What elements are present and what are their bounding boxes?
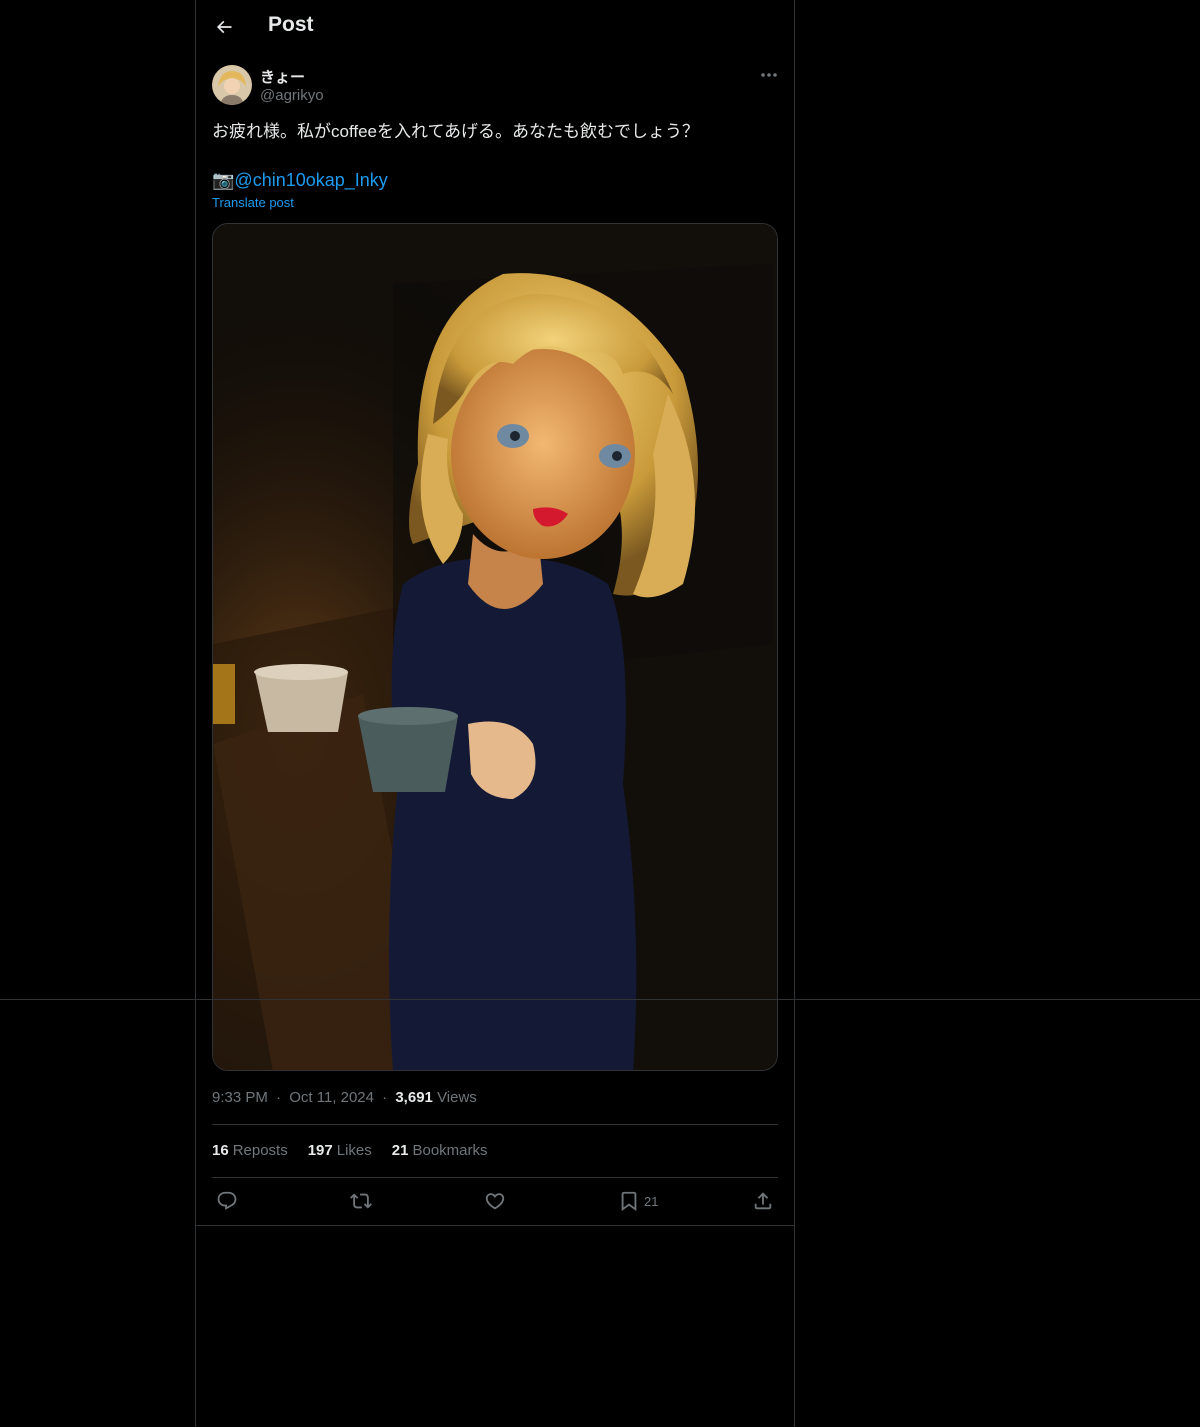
bookmarks-stat[interactable]: 21 Bookmarks: [392, 1142, 488, 1159]
post-date[interactable]: Oct 11, 2024: [289, 1089, 374, 1106]
reply-button[interactable]: [216, 1188, 238, 1214]
reply-icon: [217, 1191, 237, 1210]
reposts-label: Reposts: [232, 1142, 288, 1159]
post-column: Post きょー @agrikyo お疲れ様。私がcoffeeを入れてあげる。あ…: [195, 0, 795, 1427]
avatar-image: [212, 65, 252, 105]
reposts-stat[interactable]: 16 Reposts: [212, 1142, 288, 1159]
arrow-left-icon: [216, 20, 232, 34]
divider: [212, 1124, 778, 1125]
more-options-button[interactable]: [754, 64, 784, 86]
post-time[interactable]: 9:33 PM: [212, 1089, 268, 1106]
meta-separator: ·: [382, 1089, 388, 1106]
page-title: Post: [268, 13, 314, 36]
views-label: Views: [437, 1089, 477, 1106]
bookmark-count: 21: [644, 1193, 659, 1209]
heart-icon: [485, 1193, 505, 1210]
share-icon: [754, 1192, 772, 1210]
divider: [196, 1225, 794, 1226]
mention-link[interactable]: @chin10okap_Inky: [234, 170, 387, 190]
photographer-credit: 📷@chin10okap_Inky: [212, 168, 388, 192]
photo-illustration: [213, 224, 777, 1070]
translate-post-link[interactable]: Translate post: [212, 195, 294, 210]
author-handle[interactable]: @agrikyo: [260, 87, 324, 104]
likes-label: Likes: [336, 1142, 372, 1159]
bookmarks-count: 21: [391, 1142, 409, 1159]
viewport-guide-line: [0, 999, 1200, 1000]
like-button[interactable]: [484, 1188, 506, 1214]
repost-icon: [350, 1193, 372, 1209]
post-photo[interactable]: [212, 223, 778, 1071]
bookmark-button[interactable]: 21: [618, 1188, 658, 1214]
post-header: Post: [196, 0, 794, 54]
post-stats: 16 Reposts 197 Likes 21 Bookmarks: [212, 1142, 488, 1159]
likes-stat[interactable]: 197 Likes: [308, 1142, 372, 1159]
author-display-name[interactable]: きょー: [260, 66, 305, 87]
repost-button[interactable]: [350, 1188, 372, 1214]
likes-count: 197: [307, 1142, 333, 1159]
views-count: 3,691: [395, 1089, 433, 1106]
post-text: お疲れ様。私がcoffeeを入れてあげる。あなたも飲むでしょう？: [212, 122, 699, 141]
action-bar: 21: [196, 1178, 794, 1225]
avatar[interactable]: [212, 65, 252, 105]
bookmarks-label: Bookmarks: [412, 1142, 488, 1159]
share-button[interactable]: [752, 1188, 774, 1214]
camera-icon: 📷: [212, 170, 235, 190]
back-button[interactable]: [208, 11, 240, 43]
post-meta: 9:33 PM · Oct 11, 2024 · 3,691 Views: [212, 1089, 477, 1106]
meta-separator: ·: [276, 1089, 282, 1106]
bookmark-icon: [621, 1191, 637, 1212]
reposts-count: 16: [212, 1142, 229, 1159]
ellipsis-icon: [761, 73, 777, 77]
